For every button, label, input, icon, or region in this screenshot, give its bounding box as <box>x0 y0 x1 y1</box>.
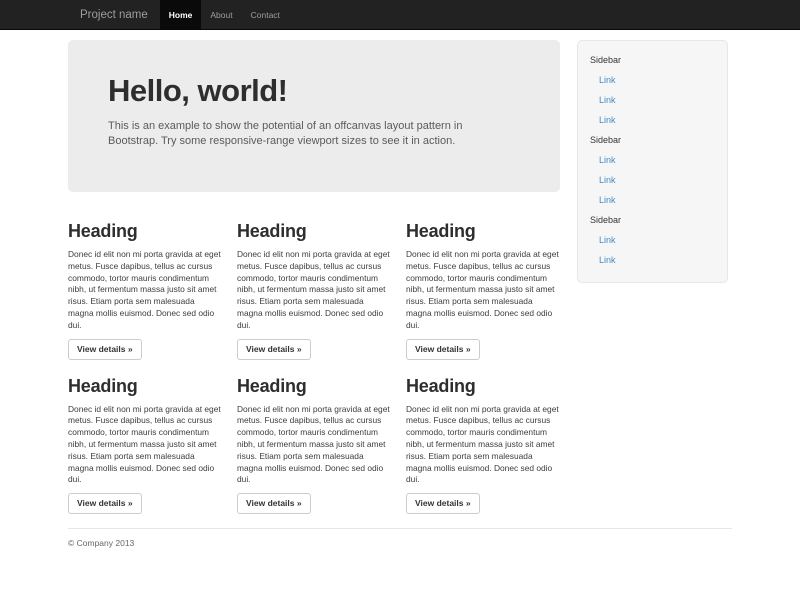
sidebar-link[interactable]: Link <box>590 110 715 130</box>
cards-row-2: Heading Donec id elit non mi porta gravi… <box>68 376 560 515</box>
feature-card: Heading Donec id elit non mi porta gravi… <box>237 221 391 360</box>
view-details-button[interactable]: View details » <box>237 339 311 360</box>
sidebar-group-3: Sidebar Link Link <box>590 210 715 270</box>
card-heading: Heading <box>406 221 560 242</box>
feature-card: Heading Donec id elit non mi porta gravi… <box>68 376 222 515</box>
sidebar-group-2: Sidebar Link Link Link <box>590 130 715 210</box>
view-details-button[interactable]: View details » <box>237 493 311 514</box>
card-heading: Heading <box>237 376 391 397</box>
page-title: Hello, world! <box>108 73 520 109</box>
card-body: Donec id elit non mi porta gravida at eg… <box>237 249 391 332</box>
sidebar-heading: Sidebar <box>590 210 715 230</box>
card-body: Donec id elit non mi porta gravida at eg… <box>68 249 222 332</box>
feature-card: Heading Donec id elit non mi porta gravi… <box>406 376 560 515</box>
view-details-button[interactable]: View details » <box>406 339 480 360</box>
sidebar-link[interactable]: Link <box>590 150 715 170</box>
sidebar-link[interactable]: Link <box>590 250 715 270</box>
card-body: Donec id elit non mi porta gravida at eg… <box>406 404 560 487</box>
card-body: Donec id elit non mi porta gravida at eg… <box>406 249 560 332</box>
sidebar-link[interactable]: Link <box>590 90 715 110</box>
view-details-button[interactable]: View details » <box>68 339 142 360</box>
card-heading: Heading <box>237 221 391 242</box>
jumbotron: Hello, world! This is an example to show… <box>68 40 560 192</box>
nav-item-about[interactable]: About <box>201 0 241 29</box>
cards-row-1: Heading Donec id elit non mi porta gravi… <box>68 221 560 360</box>
card-heading: Heading <box>406 376 560 397</box>
view-details-button[interactable]: View details » <box>406 493 480 514</box>
navbar: Project name Home About Contact <box>0 0 800 30</box>
card-body: Donec id elit non mi porta gravida at eg… <box>237 404 391 487</box>
main-column: Hello, world! This is an example to show… <box>68 40 560 514</box>
sidebar-heading: Sidebar <box>590 50 715 70</box>
feature-card: Heading Donec id elit non mi porta gravi… <box>237 376 391 515</box>
page-container: Hello, world! This is an example to show… <box>68 40 732 548</box>
navbar-brand[interactable]: Project name <box>68 0 160 29</box>
content-row: Hello, world! This is an example to show… <box>68 40 732 514</box>
sidebar-link[interactable]: Link <box>590 230 715 250</box>
feature-card: Heading Donec id elit non mi porta gravi… <box>406 221 560 360</box>
sidebar-link[interactable]: Link <box>590 190 715 210</box>
card-body: Donec id elit non mi porta gravida at eg… <box>68 404 222 487</box>
view-details-button[interactable]: View details » <box>68 493 142 514</box>
nav-item-contact[interactable]: Contact <box>242 0 289 29</box>
copyright-text: © Company 2013 <box>68 538 732 548</box>
card-heading: Heading <box>68 221 222 242</box>
jumbotron-text: This is an example to show the potential… <box>108 119 508 149</box>
nav-item-home[interactable]: Home <box>160 0 202 29</box>
sidebar-link[interactable]: Link <box>590 70 715 90</box>
sidebar-group-1: Sidebar Link Link Link <box>590 50 715 130</box>
footer-divider <box>68 528 732 529</box>
sidebar: Sidebar Link Link Link Sidebar Link Link… <box>577 40 728 283</box>
card-heading: Heading <box>68 376 222 397</box>
sidebar-heading: Sidebar <box>590 130 715 150</box>
sidebar-link[interactable]: Link <box>590 170 715 190</box>
feature-card: Heading Donec id elit non mi porta gravi… <box>68 221 222 360</box>
footer: © Company 2013 <box>68 528 732 548</box>
